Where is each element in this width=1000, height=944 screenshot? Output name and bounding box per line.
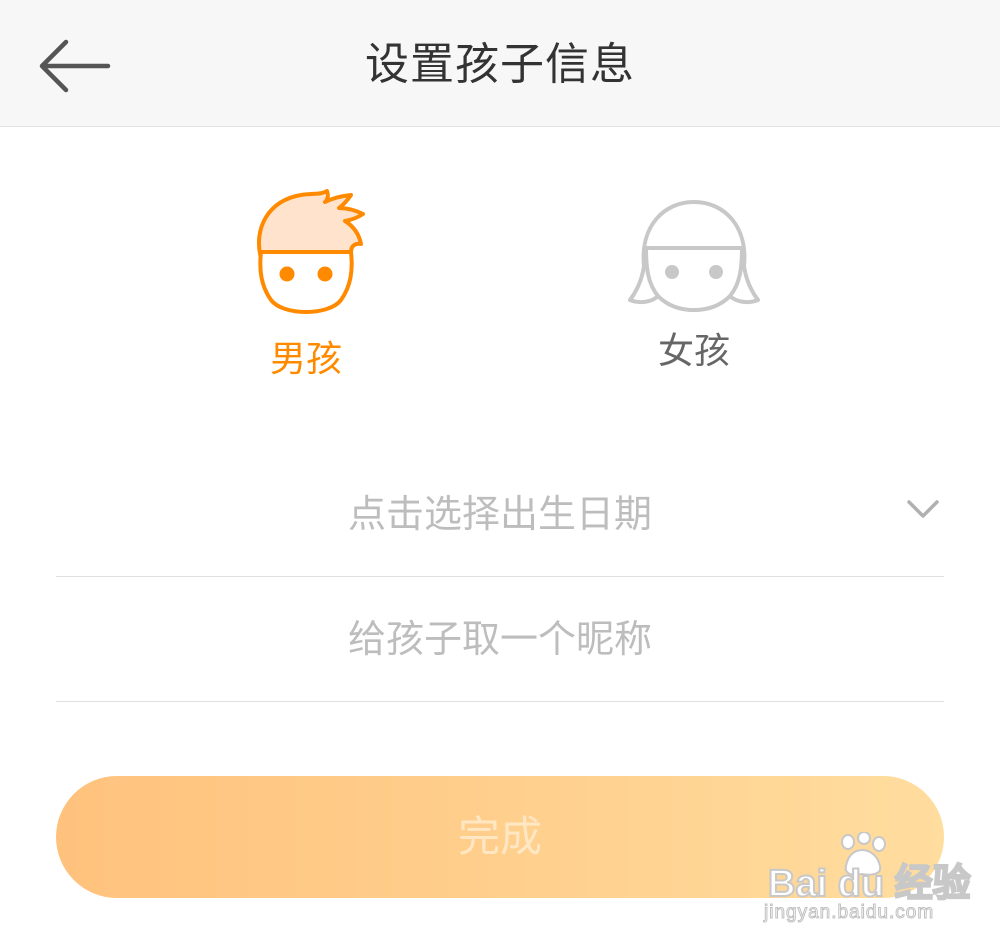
birthdate-selector[interactable]: 点击选择出生日期	[56, 452, 944, 577]
top-bar: 设置孩子信息	[0, 0, 1000, 127]
page-title: 设置孩子信息	[365, 39, 635, 90]
gender-option-boy[interactable]: 男孩	[226, 186, 386, 382]
birthdate-placeholder: 点击选择出生日期	[347, 492, 652, 536]
nickname-input[interactable]	[56, 577, 944, 701]
baidu-jingyan-watermark: Bai du 经验 jingyan.baidu.com	[760, 830, 990, 930]
watermark-url: jingyan.baidu.com	[763, 902, 935, 924]
gender-option-girl[interactable]: 女孩	[614, 196, 774, 374]
girl-face-icon	[628, 200, 760, 312]
gender-label-boy: 男孩	[269, 339, 342, 380]
watermark-logo-text: Bai du 经验	[767, 862, 972, 906]
chevron-down-icon	[907, 500, 939, 518]
nickname-field[interactable]	[56, 577, 944, 702]
gender-label-girl: 女孩	[657, 331, 730, 372]
boy-face-icon	[257, 189, 365, 314]
